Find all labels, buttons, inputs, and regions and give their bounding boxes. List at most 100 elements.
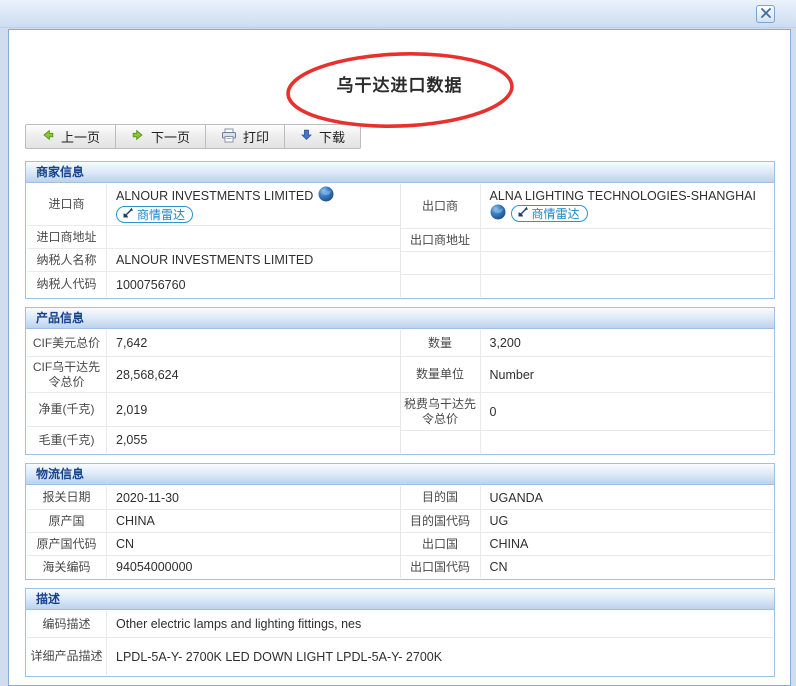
radar-badge[interactable]: 商情雷达 <box>511 205 588 222</box>
field-label: 纳税人名称 <box>27 249 107 271</box>
table-row: 毛重(千克) 2,055 <box>27 426 400 453</box>
field-value: CN <box>481 556 774 578</box>
table-row: 税费乌干达先令总价 0 <box>401 392 774 430</box>
table-row: 出口商地址 <box>401 228 774 251</box>
field-value: 28,568,624 <box>107 357 400 392</box>
field-value: 1000756760 <box>107 272 400 297</box>
prev-page-label: 上一页 <box>61 127 100 146</box>
field-label: 税费乌干达先令总价 <box>401 393 481 430</box>
field-value <box>481 229 774 251</box>
radar-icon <box>122 207 134 222</box>
field-label: 详细产品描述 <box>27 638 107 675</box>
field-value: Number <box>481 357 774 392</box>
field-value: UG <box>481 510 774 532</box>
field-label: 纳税人代码 <box>27 272 107 297</box>
field-value: 2,019 <box>107 393 400 426</box>
section-product-info: 产品信息 CIF美元总价 7,642 CIF乌干达先令总价 28,568,624… <box>25 307 775 455</box>
title-area: 乌干达进口数据 <box>9 54 790 118</box>
field-label <box>401 431 481 453</box>
download-button[interactable]: 下载 <box>284 124 361 149</box>
field-label: 原产国 <box>27 510 107 532</box>
field-label: 出口国代码 <box>401 556 481 578</box>
field-label: 进口商地址 <box>27 226 107 248</box>
next-page-label: 下一页 <box>151 127 190 146</box>
field-label: 出口商 <box>401 184 481 228</box>
field-label: 出口国 <box>401 533 481 555</box>
table-row: 数量 3,200 <box>401 330 774 356</box>
field-label: 海关编码 <box>27 556 107 578</box>
arrow-left-icon <box>41 128 55 145</box>
field-value: 7,642 <box>107 330 400 356</box>
field-label: 原产国代码 <box>27 533 107 555</box>
table-row: 出口商 ALNA LIGHTING TECHNOLOGIES-SHANGHAI … <box>401 184 774 228</box>
radar-badge-label: 商情雷达 <box>137 206 185 223</box>
download-label: 下载 <box>319 127 345 146</box>
section-description: 描述 编码描述 Other electric lamps and lightin… <box>25 588 775 677</box>
field-value: 2,055 <box>107 427 400 453</box>
page-title: 乌干达进口数据 <box>337 76 463 95</box>
field-value: 0 <box>481 393 774 430</box>
table-row: 进口商 ALNOUR INVESTMENTS LIMITED 商情雷达 <box>27 184 400 225</box>
table-row: 详细产品描述 LPDL-5A-Y- 2700K LED DOWN LIGHT L… <box>27 637 773 675</box>
field-label: 进口商 <box>27 184 107 225</box>
table-row <box>401 251 774 274</box>
field-value <box>107 226 400 248</box>
field-value: Other electric lamps and lighting fittin… <box>107 611 773 637</box>
table-row: 原产国 CHINA <box>27 509 400 532</box>
field-value: 3,200 <box>481 330 774 356</box>
field-label: 报关日期 <box>27 486 107 509</box>
globe-icon[interactable] <box>490 204 506 223</box>
field-label: 毛重(千克) <box>27 427 107 453</box>
field-label: 数量单位 <box>401 357 481 392</box>
field-value <box>481 431 774 453</box>
prev-page-button[interactable]: 上一页 <box>25 124 116 149</box>
radar-badge[interactable]: 商情雷达 <box>116 206 193 223</box>
section-header: 物流信息 <box>26 464 774 485</box>
table-row: CIF美元总价 7,642 <box>27 330 400 356</box>
table-row: 净重(千克) 2,019 <box>27 392 400 426</box>
arrow-down-icon <box>300 128 313 145</box>
next-page-button[interactable]: 下一页 <box>115 124 206 149</box>
globe-icon[interactable] <box>318 186 334 205</box>
table-row: 出口国代码 CN <box>401 555 774 578</box>
table-row: 目的国 UGANDA <box>401 486 774 509</box>
field-label <box>401 252 481 274</box>
field-value <box>481 252 774 274</box>
section-logistics-info: 物流信息 报关日期 2020-11-30 原产国 CHINA 原产国代码 CN … <box>25 463 775 580</box>
importer-name: ALNOUR INVESTMENTS LIMITED <box>116 189 313 203</box>
table-row: 报关日期 2020-11-30 <box>27 486 400 509</box>
section-header: 商家信息 <box>26 162 774 183</box>
printer-icon <box>221 128 237 146</box>
table-row: 纳税人名称 ALNOUR INVESTMENTS LIMITED <box>27 248 400 271</box>
dialog-titlebar <box>0 0 796 28</box>
field-value: ALNA LIGHTING TECHNOLOGIES-SHANGHAI 商情雷达 <box>481 184 774 228</box>
table-row: 数量单位 Number <box>401 356 774 392</box>
table-row: 出口国 CHINA <box>401 532 774 555</box>
section-header: 描述 <box>26 589 774 610</box>
field-value: UGANDA <box>481 486 774 509</box>
field-value: ALNOUR INVESTMENTS LIMITED <box>107 249 400 271</box>
field-label: CIF乌干达先令总价 <box>27 357 107 392</box>
print-label: 打印 <box>243 127 269 146</box>
close-button[interactable] <box>756 5 775 23</box>
close-icon <box>761 7 771 21</box>
print-button[interactable]: 打印 <box>205 124 285 149</box>
table-row <box>401 274 774 297</box>
radar-icon <box>517 206 529 221</box>
field-label: 目的国代码 <box>401 510 481 532</box>
field-label <box>401 275 481 297</box>
field-value: CN <box>107 533 400 555</box>
field-value: 2020-11-30 <box>107 486 400 509</box>
field-value <box>481 275 774 297</box>
table-row: 海关编码 94054000000 <box>27 555 400 578</box>
table-row: 进口商地址 <box>27 225 400 248</box>
arrow-right-icon <box>131 128 145 145</box>
table-row: 原产国代码 CN <box>27 532 400 555</box>
section-merchant-info: 商家信息 进口商 ALNOUR INVESTMENTS LIMITED <box>25 161 775 299</box>
section-header: 产品信息 <box>26 308 774 329</box>
table-row: CIF乌干达先令总价 28,568,624 <box>27 356 400 392</box>
field-value: ALNOUR INVESTMENTS LIMITED 商情雷达 <box>107 184 400 225</box>
field-label: 数量 <box>401 330 481 356</box>
field-label: CIF美元总价 <box>27 330 107 356</box>
table-row: 纳税人代码 1000756760 <box>27 271 400 297</box>
